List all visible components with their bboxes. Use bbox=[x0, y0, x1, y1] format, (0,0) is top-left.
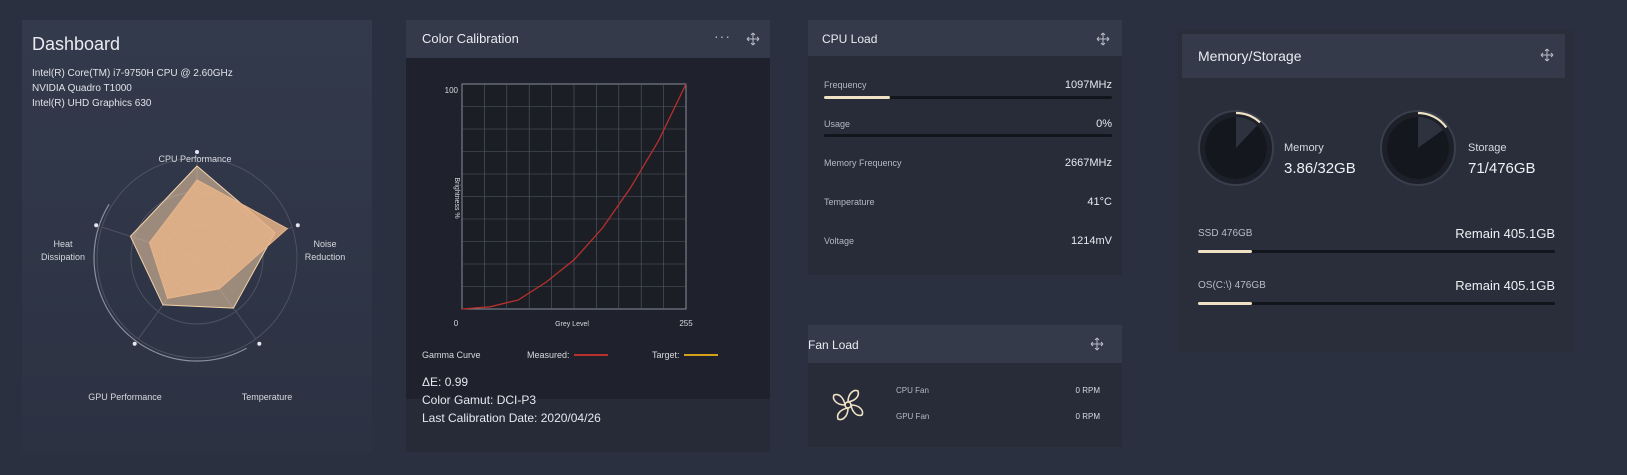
memory-gauge-label: Memory bbox=[1284, 142, 1324, 154]
igpu-spec: Intel(R) UHD Graphics 630 bbox=[32, 98, 152, 109]
y-axis-label: Brightness % bbox=[453, 177, 460, 218]
color-calibration-panel: Color Calibration ··· 100 0 255 Grey Lev… bbox=[406, 20, 770, 452]
temperature-label: Temperature bbox=[824, 197, 875, 207]
radar-label-heat-l1: Heat bbox=[53, 239, 73, 249]
os-drive-bar bbox=[1198, 302, 1555, 305]
radar-axis-marker-4 bbox=[94, 223, 99, 228]
memory-gauge bbox=[1198, 110, 1274, 186]
memory-gauge-value: 3.86/32GB bbox=[1284, 160, 1356, 177]
radar-label-noise-l2: Reduction bbox=[304, 252, 346, 262]
fan-load-panel: Fan Load CPU Fan 0 RPM GPU Fan 0 RPM bbox=[808, 325, 1122, 447]
color-gamut-value: Color Gamut: DCI-P3 bbox=[422, 393, 537, 407]
cpu-load-header[interactable]: CPU Load bbox=[808, 20, 1122, 56]
frequency-bar-fill bbox=[824, 96, 891, 99]
radar-axis-marker-1 bbox=[295, 223, 300, 228]
fan-load-title: Fan Load bbox=[808, 338, 859, 352]
gpu-fan-value: 0 RPM bbox=[1075, 412, 1100, 421]
radar-label-gpu: GPU Performance bbox=[88, 392, 162, 402]
gamma-chart-svg: 100 0 255 Grey Level Brightness % Gamma … bbox=[422, 83, 718, 360]
calibration-title: Color Calibration bbox=[422, 31, 519, 46]
gamma-curve-plot: 100 0 255 Grey Level Brightness % Gamma … bbox=[406, 58, 770, 399]
move-handle-icon[interactable] bbox=[1540, 48, 1554, 62]
calibration-date: Last Calibration Date: 2020/04/26 bbox=[422, 411, 601, 425]
os-drive-bar-fill bbox=[1198, 302, 1252, 305]
cpu-fan-label: CPU Fan bbox=[896, 386, 929, 395]
cpu-load-panel: CPU Load Frequency 1097MHz Usage 0% Memo… bbox=[808, 20, 1122, 275]
gpu-spec: NVIDIA Quadro T1000 bbox=[32, 83, 132, 94]
x-tick-0: 0 bbox=[454, 319, 459, 328]
usage-label: Usage bbox=[824, 119, 851, 129]
more-options-icon[interactable]: ··· bbox=[714, 28, 731, 44]
storage-gauge-label: Storage bbox=[1468, 142, 1507, 154]
os-drive-label: OS(C:\) 476GB bbox=[1198, 280, 1266, 291]
radar-axis-marker-2 bbox=[257, 341, 262, 346]
x-tick-255: 255 bbox=[679, 319, 693, 328]
storage-gauge-value: 71/476GB bbox=[1468, 160, 1536, 177]
gpu-fan-label: GPU Fan bbox=[896, 412, 930, 421]
delta-e-value: ΔE: 0.99 bbox=[422, 375, 469, 389]
ssd-label: SSD 476GB bbox=[1198, 228, 1253, 239]
os-drive-remain-value: Remain 405.1GB bbox=[1455, 278, 1555, 293]
radar-label-temperature: Temperature bbox=[241, 392, 293, 402]
cpu-load-title: CPU Load bbox=[822, 32, 878, 46]
memory-frequency-label: Memory Frequency bbox=[824, 158, 902, 168]
storage-gauge bbox=[1380, 110, 1456, 186]
radar-label-noise: Noise Reduction bbox=[300, 238, 350, 264]
radar-label-heat-l2: Dissipation bbox=[40, 252, 86, 262]
cpu-spec: Intel(R) Core(TM) i7-9750H CPU @ 2.60GHz bbox=[32, 68, 233, 79]
frequency-label: Frequency bbox=[824, 80, 867, 90]
legend-measured: Measured: bbox=[527, 350, 570, 360]
dashboard-panel: Dashboard Intel(R) Core(TM) i7-9750H CPU… bbox=[22, 20, 372, 452]
legend-target: Target: bbox=[652, 350, 680, 360]
ssd-bar-fill bbox=[1198, 250, 1252, 253]
dashboard-title: Dashboard bbox=[32, 34, 121, 54]
calibration-header[interactable]: Color Calibration ··· bbox=[406, 20, 770, 58]
ssd-bar bbox=[1198, 250, 1555, 253]
frequency-value: 1097MHz bbox=[1064, 79, 1112, 91]
temperature-value: 41°C bbox=[1087, 196, 1112, 208]
y-tick-100: 100 bbox=[445, 86, 459, 95]
performance-radar-chart bbox=[93, 150, 301, 362]
memory-frequency-value: 2667MHz bbox=[1064, 157, 1112, 169]
radar-label-noise-l1: Noise bbox=[313, 239, 337, 249]
memory-gauge-fill bbox=[1205, 117, 1267, 179]
fan-icon bbox=[832, 389, 864, 421]
ssd-remain-value: Remain 405.1GB bbox=[1455, 226, 1555, 241]
radar-label-heat: Heat Dissipation bbox=[36, 238, 90, 264]
move-handle-icon[interactable] bbox=[1096, 32, 1110, 46]
cpu-fan-value: 0 RPM bbox=[1075, 386, 1100, 395]
legend-gamma-curve: Gamma Curve bbox=[422, 350, 481, 360]
usage-value: 0% bbox=[1096, 118, 1112, 130]
x-axis-label: Grey Level bbox=[555, 321, 589, 328]
voltage-label: Voltage bbox=[824, 236, 855, 246]
radar-axis-marker-3 bbox=[132, 341, 137, 346]
move-handle-icon[interactable] bbox=[1090, 337, 1104, 351]
move-handle-icon[interactable] bbox=[746, 32, 760, 46]
usage-bar bbox=[824, 134, 1112, 137]
fan-load-header[interactable]: Fan Load bbox=[808, 325, 1122, 363]
memory-header[interactable]: Memory/Storage bbox=[1182, 34, 1565, 78]
memory-storage-panel: Memory/Storage Memory 3.86/32GB Storage … bbox=[1178, 30, 1573, 352]
voltage-value: 1214mV bbox=[1071, 235, 1112, 247]
radar-label-cpu: CPU Performance bbox=[158, 154, 232, 164]
memory-title: Memory/Storage bbox=[1198, 48, 1302, 64]
frequency-bar bbox=[824, 96, 1112, 99]
